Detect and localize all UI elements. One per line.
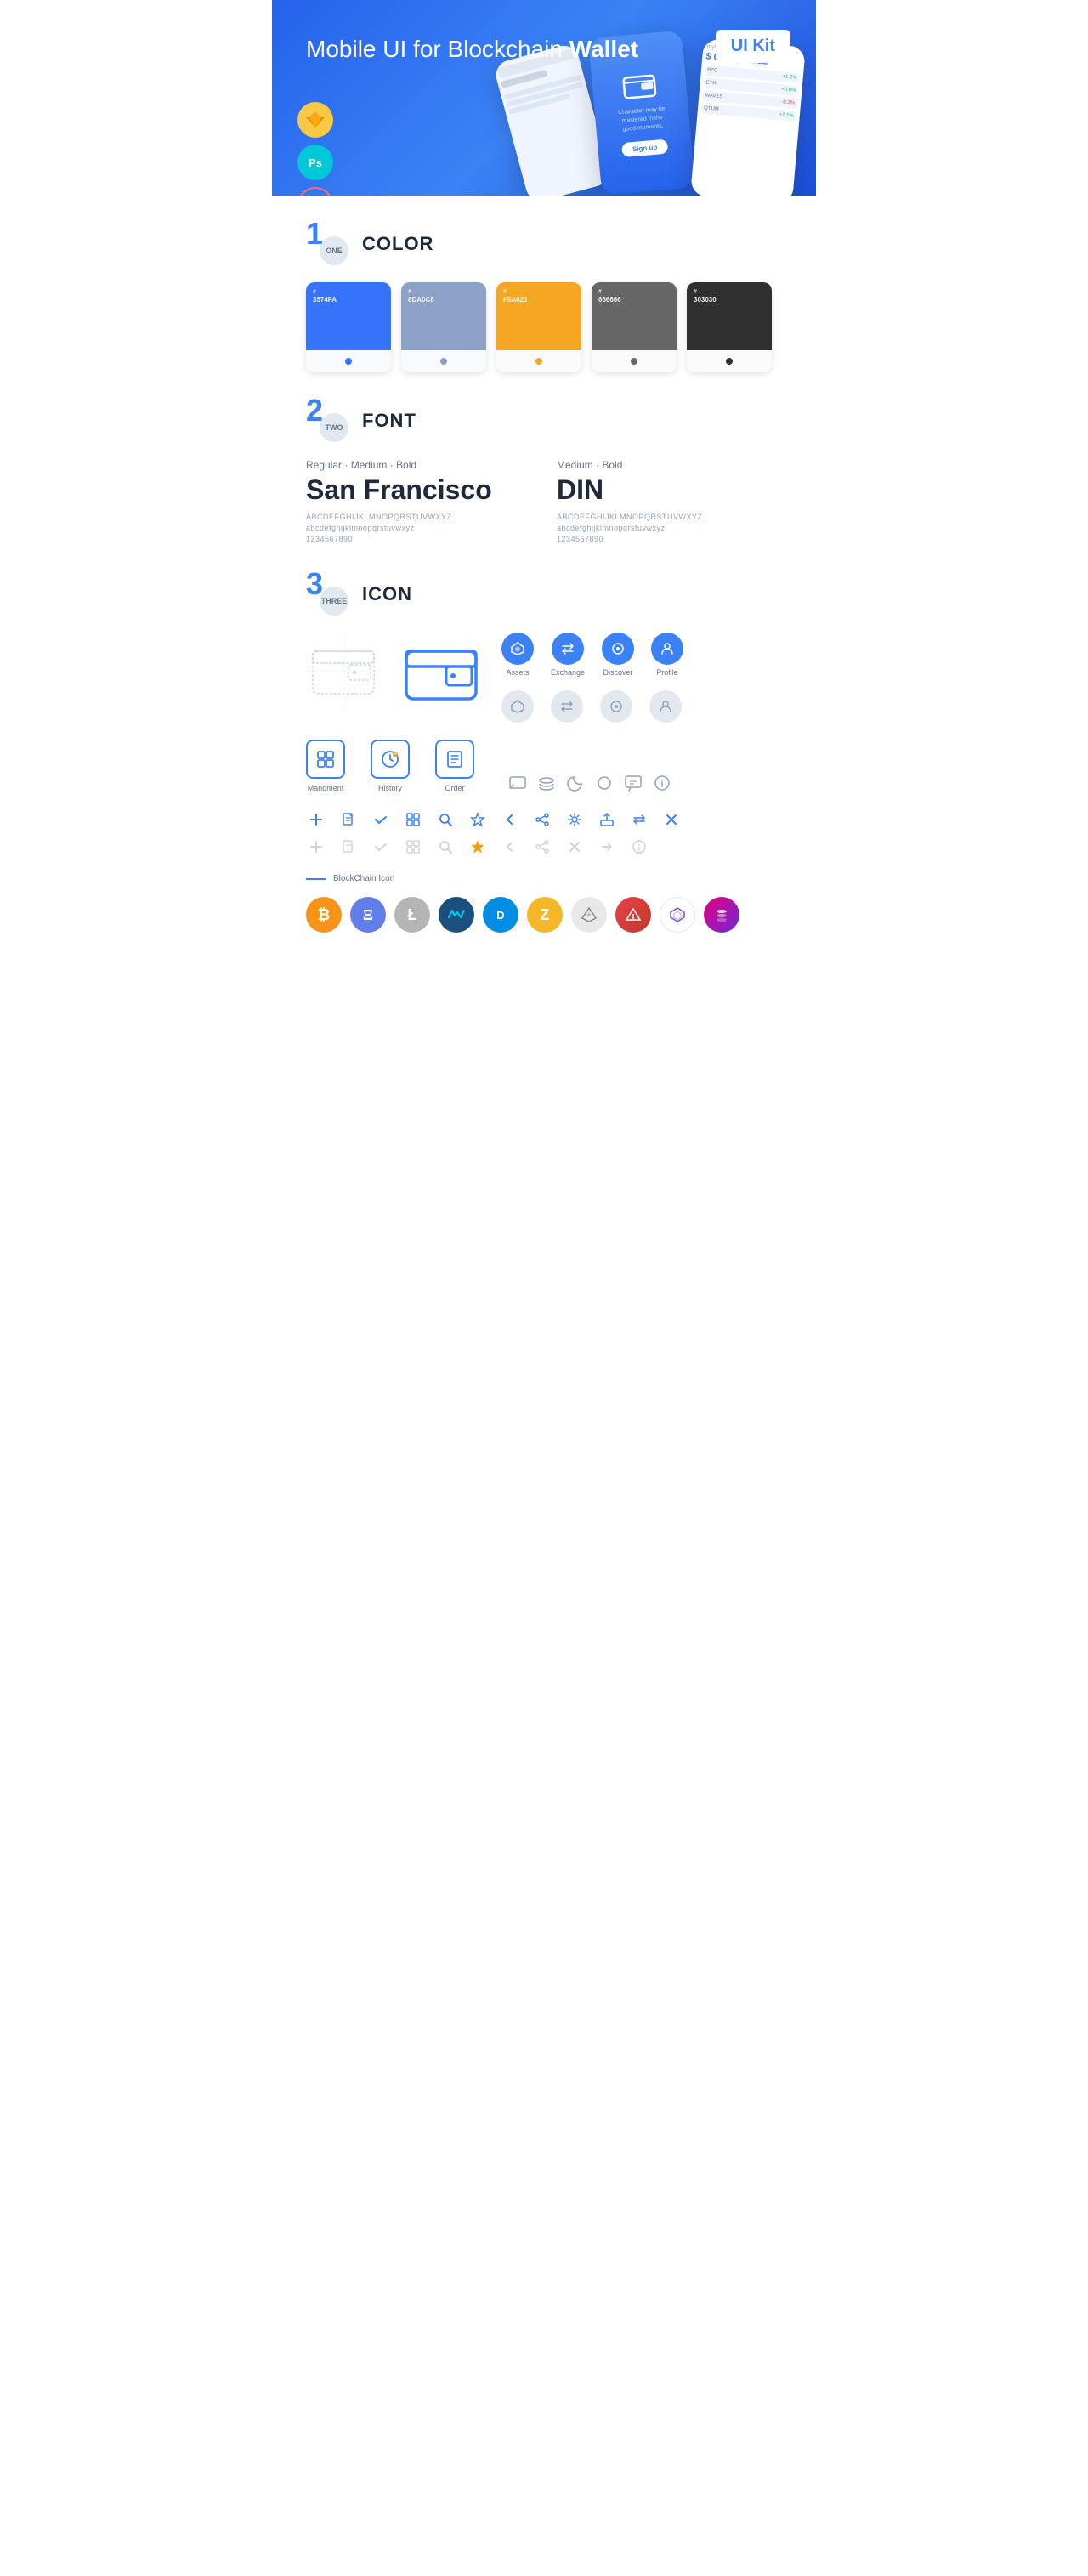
nav-icons-group: Assets Exchange [502,633,683,723]
swatch-dark: #303030 [687,282,772,372]
star-icon [468,809,488,830]
btc-icon: ₿ [306,897,342,933]
matic-icon [660,897,695,933]
font-grid: Regular · Medium · Bold San Francisco AB… [306,459,782,546]
profile-nav-icon: Profile [651,633,683,677]
history-icon: History [371,740,410,792]
close-icon [661,809,682,830]
upload-icon [597,809,617,830]
exchange-gray-icon [551,690,583,723]
plus-icon [306,809,326,830]
circle-icon [595,774,614,792]
management-icon: Mangment [306,740,345,792]
swatch-gray: #666666 [592,282,677,372]
swatch-bluegray: #8DA0C8 [401,282,486,372]
section-number-2: 2 TWO [306,400,348,442]
document-gray-icon [338,837,359,857]
section-number-1: 1 ONE [306,223,348,265]
screens-badge: 60+ Screens [298,187,333,196]
dot-icon [704,897,740,933]
hero-badges: Ps 60+ Screens [298,102,333,196]
close-x-gray-icon [564,837,585,857]
color-section-header: 1 ONE COLOR [306,223,782,265]
share-icon [532,809,552,830]
profile-gray-icon [649,690,682,723]
discover-nav-icon: Discover [602,633,634,677]
crypto-icons-row: ₿ Ξ Ł D Z [306,897,782,933]
content-area: 1 ONE COLOR #3574FA #8DA0C8 #F5A623 #666… [272,223,816,933]
swatch-blue: #3574FA [306,282,391,372]
font-section-header: 2 TWO FONT [306,400,782,442]
color-section-title: COLOR [362,233,434,255]
info-icon [653,774,672,792]
ltc-icon: Ł [394,897,430,933]
document-edit-icon [338,809,359,830]
arrow-right-gray-icon [597,837,617,857]
swatch-orange: #F5A623 [496,282,581,372]
font-din: Medium · Bold DIN ABCDEFGHIJKLMNOPQRSTUV… [557,459,782,546]
wallet-blueprint-icon [306,633,382,709]
blockchain-label: BlockChain Icon [306,874,782,883]
ui-kit-badge: UI Kit [716,30,790,63]
message-icon [508,774,527,792]
toolbar-icons-gray [306,837,782,857]
sketch-badge [298,102,333,138]
search-icon [435,809,456,830]
back-gray-icon [500,837,520,857]
toolbar-icons-blue [306,809,782,830]
qr-icon [403,809,423,830]
color-swatches: #3574FA #8DA0C8 #F5A623 #666666 #303030 [306,282,782,372]
dash-icon: D [483,897,518,933]
font-sf: Regular · Medium · Bold San Francisco AB… [306,459,531,546]
layers-icon [537,774,556,792]
qr-gray-icon [403,837,423,857]
font-section-title: FONT [362,410,416,432]
icon-showcase: Assets Exchange [306,633,782,723]
chat-icon [624,774,643,792]
settings-icon [564,809,585,830]
assets-nav-icon: Assets [502,633,534,677]
waves-icon [439,897,474,933]
hero-title: Mobile UI for Blockchain Wallet [306,34,782,65]
hero-section: Mobile UI for Blockchain Wallet UI Kit P… [272,0,816,196]
exchange-nav-icon: Exchange [551,633,585,677]
eth-icon: Ξ [350,897,386,933]
icon-section-header: 3 THREE ICON [306,573,782,616]
search-gray-icon [435,837,456,857]
named-icons-row: Mangment History [306,740,782,792]
discover-gray-icon [600,690,632,723]
check-icon [371,809,391,830]
photoshop-badge: Ps [298,145,333,180]
assets-gray-icon [502,690,534,723]
plus-gray-icon [306,837,326,857]
check-gray-icon [371,837,391,857]
iota-icon [571,897,607,933]
blockchain-line [306,878,326,880]
order-icon: Order [435,740,474,792]
ark-icon [615,897,651,933]
section-number-3: 3 THREE [306,573,348,616]
info-gray-icon [629,837,649,857]
share-gray-icon [532,837,552,857]
star-orange-icon [468,837,488,857]
zcash-icon: Z [527,897,563,933]
wallet-blue-icon [400,633,484,722]
back-icon [500,809,520,830]
swap-icon [629,809,649,830]
icon-section-title: ICON [362,583,412,605]
moon-icon [566,774,585,792]
